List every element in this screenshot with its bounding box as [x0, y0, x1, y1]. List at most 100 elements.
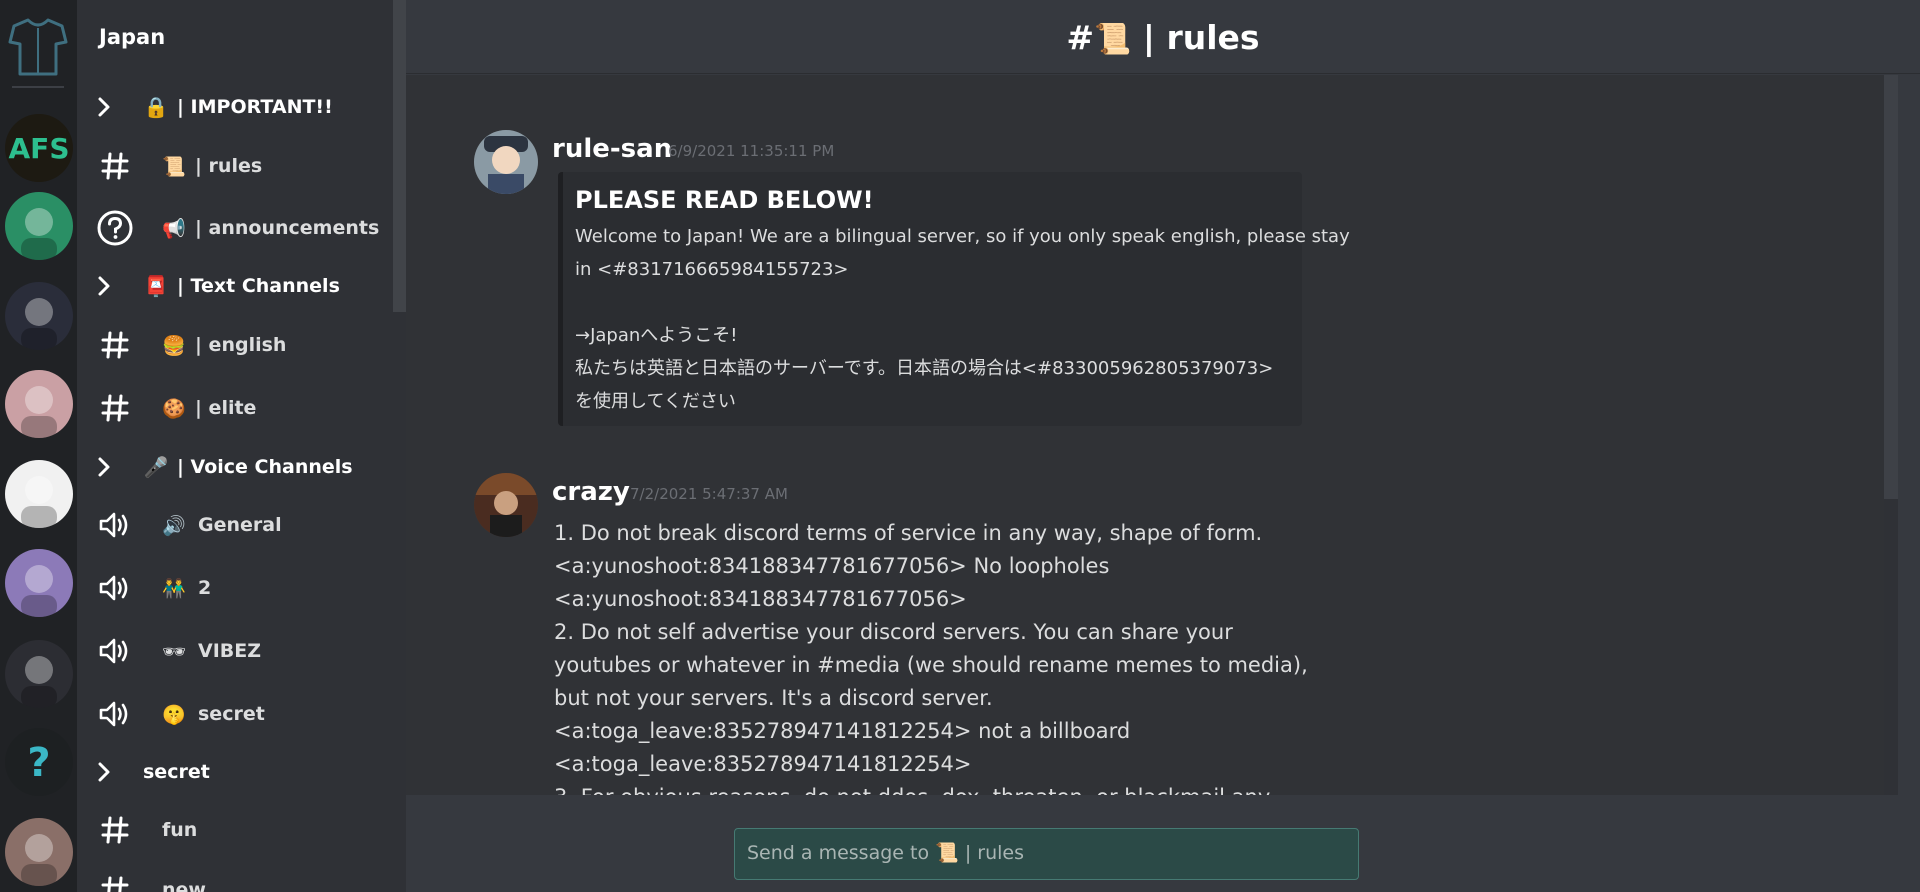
chat-scrollbar[interactable] [1884, 75, 1898, 795]
embed-line: 私たちは英語と日本語のサーバーです。日本語の場合は<#8330059628053… [575, 358, 1274, 379]
server-icon-spiky-mascot-server[interactable] [5, 192, 73, 260]
text-channel[interactable]: 🍔 | english [77, 321, 387, 369]
sidebar-scrollbar[interactable] [393, 0, 406, 892]
channel-label: | announcements [195, 217, 380, 239]
channel-emoji-icon: 🕶 [161, 640, 187, 663]
discord-app: AFS? Japan 🔒 | IMPORTANT!! 📜 | rules 📢 | anno… [0, 0, 1920, 892]
speaker-icon [93, 692, 137, 736]
server-icon-pink-hair-server[interactable] [5, 370, 73, 438]
message-author[interactable]: crazy [552, 477, 630, 507]
server-icon-AFS-server[interactable]: AFS [5, 114, 73, 182]
channel-emoji-icon: 🔊 [162, 514, 186, 537]
channel-category[interactable]: secret [77, 748, 387, 796]
channel-emoji-icon: 🤫 [162, 703, 186, 726]
message-content: 1. Do not break discord terms of service… [554, 517, 1314, 795]
hash-icon [93, 386, 137, 430]
text-channel[interactable]: new [77, 866, 387, 892]
avatar[interactable] [474, 130, 538, 194]
channel-header: #📜 | rules [406, 0, 1920, 74]
speaker-icon [93, 629, 137, 673]
category-label: | IMPORTANT!! [177, 96, 333, 118]
message-input[interactable]: Send a message to 📜 | rules [734, 828, 1359, 880]
message-line: 2. Do not self advertise your discord se… [554, 620, 1233, 644]
message-line: <a:yunoshoot:834188347781677056> [554, 587, 967, 611]
svg-text:AFS: AFS [9, 132, 70, 165]
category-label: | Voice Channels [177, 456, 353, 478]
message-line: <a:toga_leave:835278947141812254> [554, 752, 972, 776]
text-channel[interactable]: 🍪 | elite [77, 384, 387, 432]
chevron-right-icon[interactable] [93, 92, 115, 122]
channel-title: #📜 | rules [406, 18, 1920, 57]
server-icon-anime-girl-server[interactable] [5, 818, 73, 886]
chevron-right-icon[interactable] [93, 757, 115, 787]
embed-line: →Japanへようこそ! [575, 325, 738, 346]
channel-label: secret [198, 703, 265, 725]
embed-line: を使用してください [575, 391, 736, 412]
channel-label: VIBEZ [198, 640, 262, 662]
channel-title-hash: # [1066, 18, 1095, 57]
server-icon-fox-ball-server[interactable] [5, 640, 73, 708]
embed-line: in <#831716665984155723> [575, 259, 849, 280]
embed-line: Welcome to Japan! We are a bilingual ser… [575, 226, 1350, 247]
hash-icon [93, 808, 137, 852]
message-input-placeholder: Send a message to 📜 | rules [747, 842, 1024, 864]
voice-channel[interactable]: 🔊 General [77, 501, 387, 549]
voice-channel[interactable]: 🤫 secret [77, 690, 387, 738]
channel-emoji-icon: 🍪 [162, 397, 186, 420]
hash-icon [93, 868, 137, 892]
channel-category[interactable]: 🔒 | IMPORTANT!! [77, 83, 387, 131]
message-author[interactable]: rule-san [552, 134, 672, 164]
speaker-icon [93, 566, 137, 610]
channel-label: 2 [198, 577, 212, 599]
message-line: <a:toga_leave:835278947141812254> not a … [554, 719, 1131, 743]
speaker-icon [93, 503, 137, 547]
sidebar-scrollbar-thumb[interactable] [393, 0, 406, 312]
message-list: rule-san 6/9/2021 11:35:11 PM PLEASE REA… [406, 75, 1886, 795]
embed-body: Welcome to Japan! We are a bilingual ser… [575, 220, 1350, 418]
channel-emoji-icon: 👬 [162, 577, 186, 600]
message: rule-san 6/9/2021 11:35:11 PM PLEASE REA… [474, 130, 1374, 450]
category-emoji-icon: 🔒 [143, 95, 169, 119]
shirt-logo-icon[interactable] [6, 14, 70, 78]
text-channel[interactable]: 📜 | rules [77, 142, 387, 190]
server-icon-dark-figure-server[interactable] [5, 282, 73, 350]
server-name[interactable]: Japan [99, 25, 165, 49]
channel-category[interactable]: 🎤 | Voice Channels [77, 443, 387, 491]
channel-label: | english [195, 334, 287, 356]
text-channel[interactable]: fun [77, 806, 387, 854]
category-label: | Text Channels [177, 275, 340, 297]
embed-title: PLEASE READ BELOW! [575, 186, 874, 214]
chevron-right-icon[interactable] [93, 271, 115, 301]
scroll-emoji-icon: 📜 [1094, 22, 1132, 57]
server-icon-question-server[interactable]: ? [5, 728, 73, 796]
channel-label: General [198, 514, 282, 536]
server-icon-white-mecha-server[interactable] [5, 460, 73, 528]
channel-title-name: | rules [1142, 18, 1260, 57]
channel-label: | elite [195, 397, 257, 419]
composer-bar: Send a message to 📜 | rules [406, 795, 1920, 892]
category-emoji-icon: 📮 [143, 274, 169, 298]
message-line: <a:yunoshoot:834188347781677056> No loop… [554, 554, 1110, 578]
channel-emoji-icon: 📢 [162, 217, 186, 240]
voice-channel[interactable]: 👬 2 [77, 564, 387, 612]
chat-scrollbar-thumb[interactable] [1884, 75, 1898, 499]
message-embed: PLEASE READ BELOW! Welcome to Japan! We … [558, 172, 1350, 426]
server-rail: AFS? [0, 0, 77, 892]
embed-line [575, 286, 1295, 319]
svg-text:?: ? [27, 740, 50, 786]
channel-emoji-icon: 🍔 [162, 334, 186, 357]
chevron-right-icon[interactable] [93, 452, 115, 482]
text-channel[interactable]: 📢 | announcements [77, 204, 387, 252]
message-line: youtubes or whatever in #media (we shoul… [554, 653, 1308, 677]
voice-channel[interactable]: 🕶 VIBEZ [77, 627, 387, 675]
hash-icon [93, 144, 137, 188]
channel-sidebar: Japan 🔒 | IMPORTANT!! 📜 | rules 📢 | announcem… [77, 0, 406, 892]
message-line: 3. For obvious reasons, do not ddos, dox… [554, 781, 1314, 795]
channel-category[interactable]: 📮 | Text Channels [77, 262, 387, 310]
help-circle-icon [93, 206, 137, 250]
avatar[interactable] [474, 473, 538, 537]
message-timestamp: 7/2/2021 5:47:37 AM [630, 485, 788, 503]
message-timestamp: 6/9/2021 11:35:11 PM [668, 142, 835, 160]
message-line: 1. Do not break discord terms of service… [554, 521, 1263, 545]
server-icon-purple-hair-server[interactable] [5, 549, 73, 617]
